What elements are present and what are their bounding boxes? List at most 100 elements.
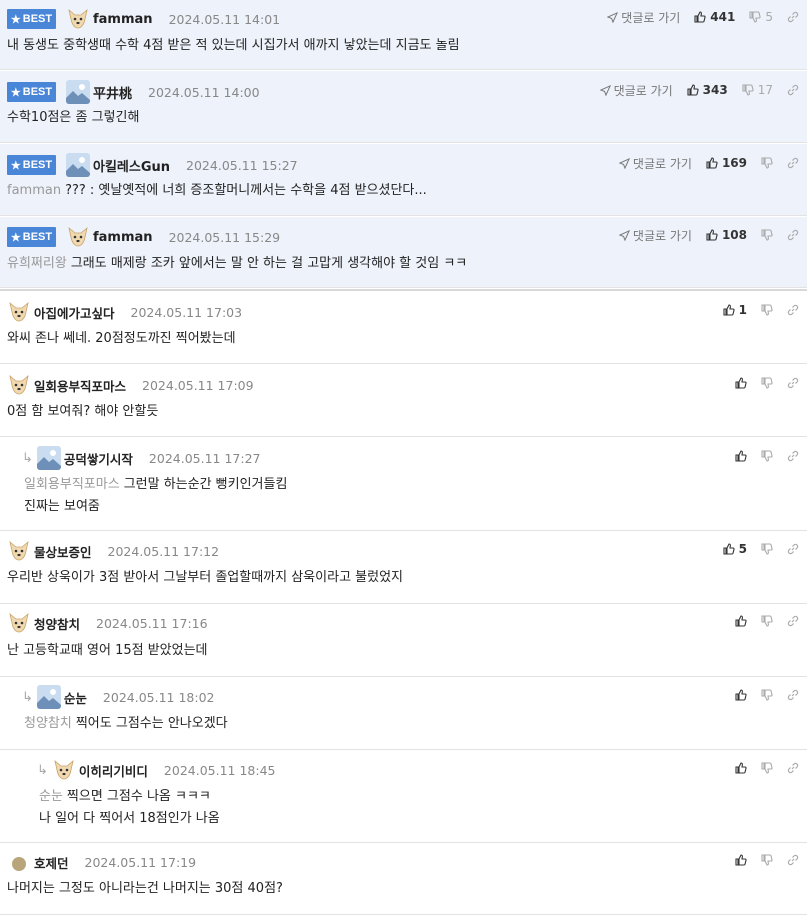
nickname[interactable]: famman [93, 12, 153, 27]
link-icon[interactable] [787, 762, 799, 774]
downvote-button[interactable] [761, 304, 773, 316]
star-icon: ★ [10, 159, 21, 172]
thumbs-up-icon [735, 854, 747, 866]
comment-header: 물상보증인 2024.05.11 17:12 [7, 539, 219, 563]
comment-text: 진짜는 보여줌 [24, 496, 100, 518]
avatar-dog-icon[interactable] [66, 225, 90, 249]
send-icon [618, 157, 630, 169]
downvote-button[interactable] [761, 689, 773, 701]
nickname[interactable]: 平井桃 [93, 83, 132, 102]
goto-comment-link[interactable]: 댓글로 가기 [607, 9, 680, 26]
nickname[interactable]: 호제던 [34, 853, 69, 872]
reply-comment: ↳ 이히리기비디 2024.05.11 18:45 순눈 찍으면 그점수 나옴 ㅋㅋㅋ 나… [0, 751, 807, 843]
nickname[interactable]: 일회용부직포마스 [34, 376, 126, 395]
link-icon[interactable] [787, 304, 799, 316]
goto-comment-link[interactable]: 댓글로 가기 [599, 82, 673, 99]
link-icon[interactable] [787, 543, 799, 555]
nickname[interactable]: 청양참치 [34, 614, 80, 633]
upvote-button[interactable] [735, 615, 747, 627]
nickname[interactable]: 공덕쌓기시작 [64, 449, 133, 468]
downvote-button[interactable] [761, 157, 773, 169]
comment-header: ★ BEST famman 2024.05.11 14:01 [7, 7, 281, 31]
avatar-dog-icon[interactable] [7, 300, 31, 324]
upvote-button[interactable] [735, 762, 747, 774]
nickname[interactable]: 아집에가고싶다 [34, 303, 115, 322]
upvote-button[interactable] [735, 854, 747, 866]
send-icon [618, 229, 630, 241]
link-icon[interactable] [787, 689, 799, 701]
comment-header: ★ BEST famman 2024.05.11 15:29 [7, 225, 281, 249]
upvote-button[interactable] [735, 689, 747, 701]
downvote-button[interactable] [761, 377, 773, 389]
comment-date: 2024.05.11 14:00 [148, 84, 260, 100]
comment-header: ★ BEST 平井桃 2024.05.11 14:00 [7, 80, 260, 104]
upvote-button[interactable]: 343 [687, 83, 728, 97]
upvote-button[interactable] [735, 450, 747, 462]
avatar-dog-icon[interactable] [7, 611, 31, 635]
avatar-photo-icon[interactable] [66, 153, 90, 177]
comment: 아집에가고싶다 2024.05.11 17:03 1 와씨 존나 쎄네. 20점정도까… [0, 292, 807, 364]
thumbs-down-icon [761, 615, 773, 627]
upvote-count: 169 [721, 156, 747, 170]
downvote-button[interactable] [761, 450, 773, 462]
goto-comment-link[interactable]: 댓글로 가기 [618, 155, 692, 172]
downvote-button[interactable] [761, 854, 773, 866]
upvote-button[interactable]: 5 [723, 542, 747, 556]
comment-date: 2024.05.11 14:01 [168, 11, 281, 27]
mention-user[interactable]: 유희쩌리왕 [7, 256, 67, 271]
avatar-dog-icon[interactable] [7, 539, 31, 563]
avatar-photo-icon[interactable] [36, 685, 61, 709]
upvote-button[interactable]: 1 [723, 303, 747, 317]
avatar-photo-icon[interactable] [66, 80, 90, 104]
avatar-photo-icon[interactable] [36, 446, 61, 470]
downvote-button[interactable] [761, 762, 773, 774]
upvote-button[interactable]: 441 [694, 10, 735, 24]
thumbs-down-icon [761, 543, 773, 555]
mention-user[interactable]: 청양참치 [24, 716, 72, 731]
link-icon[interactable] [787, 450, 799, 462]
comment: 물상보증인 2024.05.11 17:12 5 우리반 상욱이가 3점 받아서 그날… [0, 532, 807, 604]
nickname[interactable]: famman [93, 230, 153, 245]
link-icon[interactable] [787, 854, 799, 866]
downvote-button[interactable] [761, 229, 773, 241]
upvote-count: 108 [721, 228, 747, 242]
mention-user[interactable]: famman [7, 183, 61, 198]
upvote-button[interactable]: 169 [706, 156, 747, 170]
comment-actions: 댓글로 가기 343 17 [599, 80, 799, 100]
star-icon: ★ [10, 13, 21, 26]
link-icon[interactable] [787, 229, 799, 241]
link-icon[interactable] [787, 84, 799, 96]
goto-comment-link[interactable]: 댓글로 가기 [618, 227, 692, 244]
avatar-circle-icon[interactable] [7, 850, 31, 874]
nickname[interactable]: 아킬레스Gun [93, 156, 170, 175]
thumbs-down-icon [761, 229, 773, 241]
nickname[interactable]: 이히리기비디 [79, 761, 148, 780]
upvote-button[interactable] [735, 377, 747, 389]
comment-actions [721, 446, 799, 466]
mention-user[interactable]: 순눈 [39, 789, 63, 804]
downvote-button[interactable] [761, 615, 773, 627]
downvote-button[interactable]: 17 [742, 83, 773, 97]
avatar-dog-icon[interactable] [52, 758, 76, 782]
best-comment: ★ BEST famman 2024.05.11 14:01 댓글로 가기 441 5 내 동… [0, 0, 807, 70]
link-icon[interactable] [787, 11, 799, 23]
nickname[interactable]: 순눈 [64, 688, 87, 707]
downvote-button[interactable] [761, 543, 773, 555]
mention-user[interactable]: 일회용부직포마스 [24, 477, 120, 492]
upvote-button[interactable]: 108 [706, 228, 747, 242]
avatar-dog-icon[interactable] [66, 7, 90, 31]
avatar-dog-icon[interactable] [7, 373, 31, 397]
downvote-button[interactable]: 5 [749, 10, 773, 24]
comment-text: 나 일어 다 찍어서 18점인가 나옴 [39, 808, 220, 830]
comment-actions: 댓글로 가기 169 [618, 153, 799, 173]
thumbs-down-icon [761, 377, 773, 389]
best-badge: ★ BEST [7, 227, 56, 247]
nickname[interactable]: 물상보증인 [34, 542, 92, 561]
best-label: BEST [22, 86, 53, 98]
comment-actions: 댓글로 가기 441 5 [607, 7, 799, 27]
goto-label: 댓글로 가기 [613, 83, 673, 98]
link-icon[interactable] [787, 615, 799, 627]
link-icon[interactable] [787, 157, 799, 169]
link-icon[interactable] [787, 377, 799, 389]
comment-date: 2024.05.11 15:29 [168, 229, 281, 245]
